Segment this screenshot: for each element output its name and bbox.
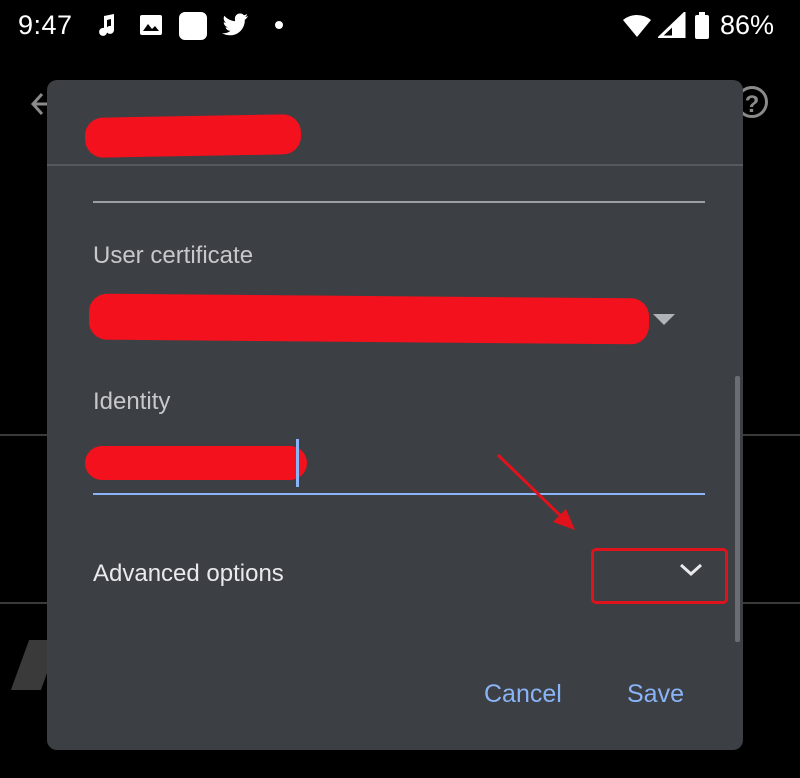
status-bar: 9:47 86% — [0, 0, 800, 52]
identity-underline — [93, 493, 705, 495]
twitter-icon — [222, 13, 248, 36]
cancel-button[interactable]: Cancel — [484, 680, 562, 709]
background-divider — [0, 434, 48, 436]
save-button[interactable]: Save — [627, 680, 684, 709]
background-divider — [0, 602, 48, 604]
redacted-title — [84, 114, 302, 158]
redacted-certificate-value — [88, 293, 650, 345]
advanced-options-label: Advanced options — [93, 560, 284, 587]
dropdown-arrow-icon[interactable] — [653, 314, 675, 325]
dot-icon — [275, 21, 283, 29]
redacted-identity-value — [85, 446, 307, 480]
image-icon — [140, 15, 162, 35]
background-divider — [742, 434, 800, 436]
status-time: 9:47 — [18, 10, 73, 40]
user-certificate-label: User certificate — [93, 242, 254, 269]
wifi-icon — [623, 14, 651, 38]
text-cursor — [296, 439, 299, 487]
scrollbar[interactable] — [735, 376, 740, 642]
battery-percentage: 86% — [719, 10, 774, 40]
app-square-icon — [179, 12, 207, 40]
background-divider — [742, 602, 800, 604]
signal-icon — [658, 12, 686, 38]
identity-label: Identity — [93, 388, 171, 415]
annotation-highlight-box — [591, 548, 728, 604]
battery-icon — [695, 12, 709, 39]
network-config-dialog: User certificate Identity Advanced optio… — [47, 80, 743, 750]
previous-field-underline[interactable] — [93, 201, 705, 203]
music-note-icon — [99, 14, 115, 36]
dialog-title-area — [47, 80, 743, 166]
